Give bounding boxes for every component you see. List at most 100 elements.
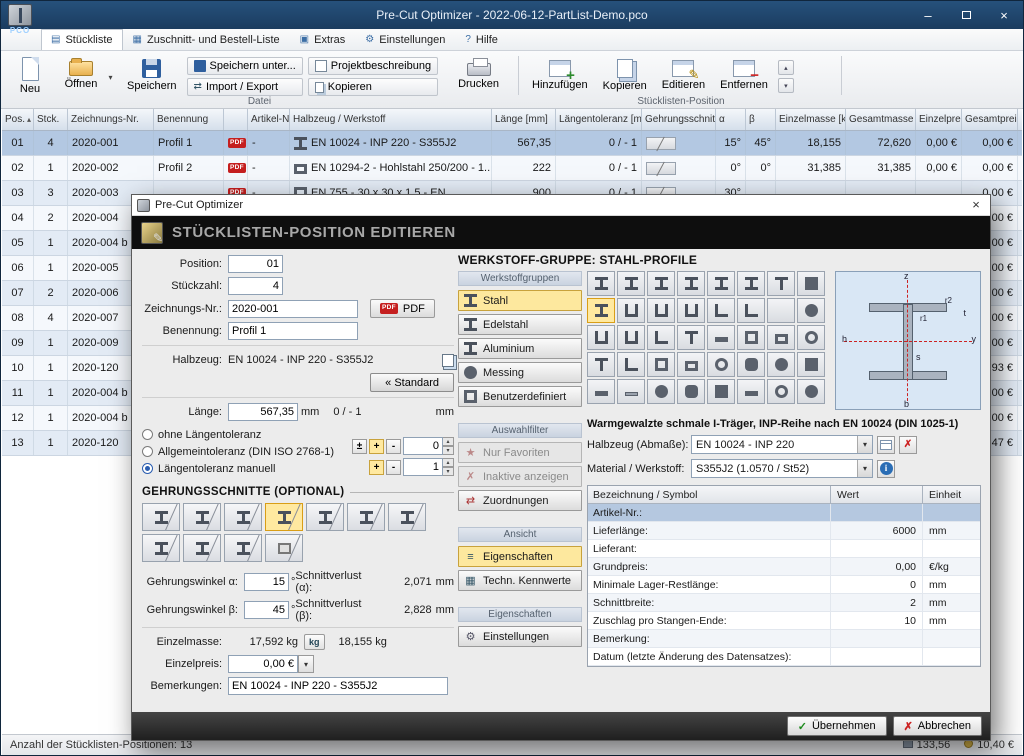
property-row[interactable]: Minimale Lager-Restlänge: 0 mm bbox=[588, 576, 980, 594]
round-bar-icon[interactable] bbox=[797, 379, 825, 404]
col-header-pos[interactable]: Pos. ▴ bbox=[2, 109, 34, 130]
spin-down-icon[interactable]: ▾ bbox=[443, 446, 454, 455]
col-header-gehrungsschnitte[interactable]: Gehrungsschnitte bbox=[642, 109, 716, 130]
miter-straight-icon[interactable] bbox=[142, 503, 180, 531]
unp-channel-icon[interactable] bbox=[677, 298, 705, 323]
drucken-button[interactable]: Drucken bbox=[453, 54, 504, 100]
entfernen-button[interactable]: Entfernen bbox=[715, 54, 773, 100]
miter-flat-left-icon[interactable] bbox=[142, 534, 180, 562]
import-export-button[interactable]: ⇄ Import / Export bbox=[186, 78, 303, 96]
col-header-einzelpreis[interactable]: Einzelpreis bbox=[916, 109, 962, 130]
property-row[interactable]: Grundpreis: 0,00 €/kg bbox=[588, 558, 980, 576]
property-row[interactable]: Artikel-Nr.: bbox=[588, 504, 980, 522]
property-row[interactable]: Bemerkung: bbox=[588, 630, 980, 648]
col-header-alpha[interactable]: α bbox=[716, 109, 746, 130]
move-up-button[interactable]: ▴ bbox=[777, 60, 794, 75]
werkstoff-aluminium-button[interactable]: Aluminium bbox=[458, 338, 582, 359]
rect-tube-icon[interactable] bbox=[677, 352, 705, 377]
maximize-button[interactable] bbox=[947, 1, 985, 29]
square-tube-icon[interactable] bbox=[647, 352, 675, 377]
property-row[interactable]: Datum (letzte Änderung des Datensatzes): bbox=[588, 648, 980, 666]
c-channel-icon[interactable] bbox=[617, 325, 645, 350]
kg-recalc-button[interactable]: kg bbox=[304, 634, 325, 650]
col-header-zeichnungs-nr[interactable]: Zeichnungs-Nr. bbox=[68, 109, 154, 130]
t-profile-icon[interactable] bbox=[767, 271, 795, 296]
hex-bar-icon[interactable] bbox=[677, 379, 705, 404]
techn-kennwerte-button[interactable]: ▦ Techn. Kennwerte bbox=[458, 570, 582, 591]
miter-mixed-icon[interactable] bbox=[388, 503, 426, 531]
property-row[interactable]: Lieferant: bbox=[588, 540, 980, 558]
col-header-gesamtmasse[interactable]: Gesamtmasse [kg] bbox=[846, 109, 916, 130]
square-bar-icon[interactable] bbox=[797, 271, 825, 296]
werkstoff-stahl-button[interactable]: Stahl bbox=[458, 290, 582, 311]
move-down-button[interactable]: ▾ bbox=[777, 78, 794, 93]
gehrungswinkel-beta-input[interactable] bbox=[244, 601, 289, 619]
standard-button[interactable]: « Standard bbox=[370, 373, 454, 392]
werkstoff-benutzerdefiniert-button[interactable]: Benutzerdefiniert bbox=[458, 386, 582, 407]
rect-tube-icon[interactable] bbox=[767, 325, 795, 350]
speichern-button[interactable]: Speichern bbox=[122, 54, 182, 100]
tol-plus-button[interactable]: + bbox=[369, 438, 384, 454]
round-tube-icon[interactable] bbox=[707, 352, 735, 377]
benennung-input[interactable] bbox=[228, 322, 358, 340]
col-header-pdf[interactable] bbox=[224, 109, 248, 130]
miter-compound-icon[interactable] bbox=[347, 503, 385, 531]
upe-channel-icon[interactable] bbox=[647, 298, 675, 323]
editieren-button[interactable]: Editieren bbox=[657, 54, 710, 100]
tol-plus-button[interactable]: + bbox=[369, 459, 384, 475]
radio-allgemeintoleranz[interactable]: Allgemeintoleranz (DIN ISO 2768-1) bbox=[142, 444, 336, 459]
radio-laengentoleranz-manuell[interactable]: Längentoleranz manuell bbox=[142, 461, 336, 476]
col-header-halbzeug[interactable]: Halbzeug / Werkstoff bbox=[290, 109, 492, 130]
help-icon[interactable]: ? Hilfe bbox=[455, 29, 508, 50]
position-input[interactable] bbox=[228, 255, 283, 273]
material-select[interactable]: S355J2 (1.0570 / St52) ▾ bbox=[691, 459, 873, 478]
dialog-close-button[interactable]: × bbox=[967, 197, 985, 213]
speichern-unter-button[interactable]: Speichern unter... bbox=[186, 57, 303, 75]
toleranz-oben-input[interactable] bbox=[403, 437, 443, 455]
halbzeug-select[interactable]: EN 10024 - INP 220 ▾ bbox=[691, 435, 873, 454]
miter-box-icon[interactable] bbox=[265, 534, 303, 562]
round-bar-icon[interactable] bbox=[767, 352, 795, 377]
property-row[interactable]: Zuschlag pro Stangen-Ende: 10 mm bbox=[588, 612, 980, 630]
property-row[interactable]: Schnittbreite: 2 mm bbox=[588, 594, 980, 612]
copy-halbzeug-icon[interactable] bbox=[442, 353, 454, 367]
werkstoff-messing-button[interactable]: Messing bbox=[458, 362, 582, 383]
stueckzahl-input[interactable] bbox=[228, 277, 283, 295]
projektbeschreibung-button[interactable]: Projektbeschreibung bbox=[307, 57, 439, 75]
pdf-icon[interactable]: PDF bbox=[228, 137, 246, 149]
tol-minus-button[interactable]: - bbox=[386, 438, 401, 454]
col-header-beta[interactable]: β bbox=[746, 109, 776, 130]
spin-down-icon[interactable]: ▾ bbox=[443, 467, 454, 476]
pdf-button[interactable]: PDF PDF bbox=[370, 299, 435, 318]
square-bar-icon[interactable] bbox=[797, 352, 825, 377]
cut-order-list-icon[interactable]: ▦ Zuschnitt- und Bestell-Liste bbox=[123, 29, 290, 50]
round-tube-icon[interactable] bbox=[797, 325, 825, 350]
miter-alpha-beta-icon[interactable] bbox=[265, 503, 303, 531]
bemerkungen-input[interactable] bbox=[228, 677, 448, 695]
chevron-down-icon[interactable]: ▾ bbox=[857, 436, 872, 453]
minimize-button[interactable]: – bbox=[909, 1, 947, 29]
round-bar-icon[interactable] bbox=[797, 298, 825, 323]
col-header-gesamtpreis[interactable]: Gesamtpreis bbox=[962, 109, 1018, 130]
hea-beam-icon[interactable] bbox=[647, 271, 675, 296]
einstellungen-button[interactable]: ⚙ Einstellungen bbox=[458, 626, 582, 647]
col-header-laengentoleranz[interactable]: Längentoleranz [mm] bbox=[556, 109, 642, 130]
parts-list-icon[interactable]: ▤ Stückliste bbox=[41, 29, 123, 50]
property-row[interactable]: Lieferlänge: 6000 mm bbox=[588, 522, 980, 540]
einzelpreis-dropdown-button[interactable]: ▾ bbox=[298, 655, 314, 673]
spin-up-icon[interactable]: ▴ bbox=[443, 458, 454, 467]
abbrechen-button[interactable]: ✗ Abbrechen bbox=[892, 716, 982, 736]
z-profile-icon[interactable] bbox=[767, 298, 795, 323]
hex-bar-icon[interactable] bbox=[737, 352, 765, 377]
col-header-einzelmasse[interactable]: Einzelmasse [kg] bbox=[776, 109, 846, 130]
square-bar-icon[interactable] bbox=[707, 379, 735, 404]
miter-alpha-icon[interactable] bbox=[183, 503, 221, 531]
angle-icon[interactable] bbox=[707, 298, 735, 323]
tol-minus-button[interactable]: - bbox=[386, 459, 401, 475]
zeichnungs-nr-input[interactable] bbox=[228, 299, 358, 318]
pdf-icon[interactable]: PDF bbox=[228, 162, 246, 174]
col-header-stck[interactable]: Stck. bbox=[34, 109, 68, 130]
kopieren-button[interactable]: Kopieren bbox=[598, 54, 652, 100]
round-tube-icon[interactable] bbox=[767, 379, 795, 404]
heb-beam-icon[interactable] bbox=[677, 271, 705, 296]
